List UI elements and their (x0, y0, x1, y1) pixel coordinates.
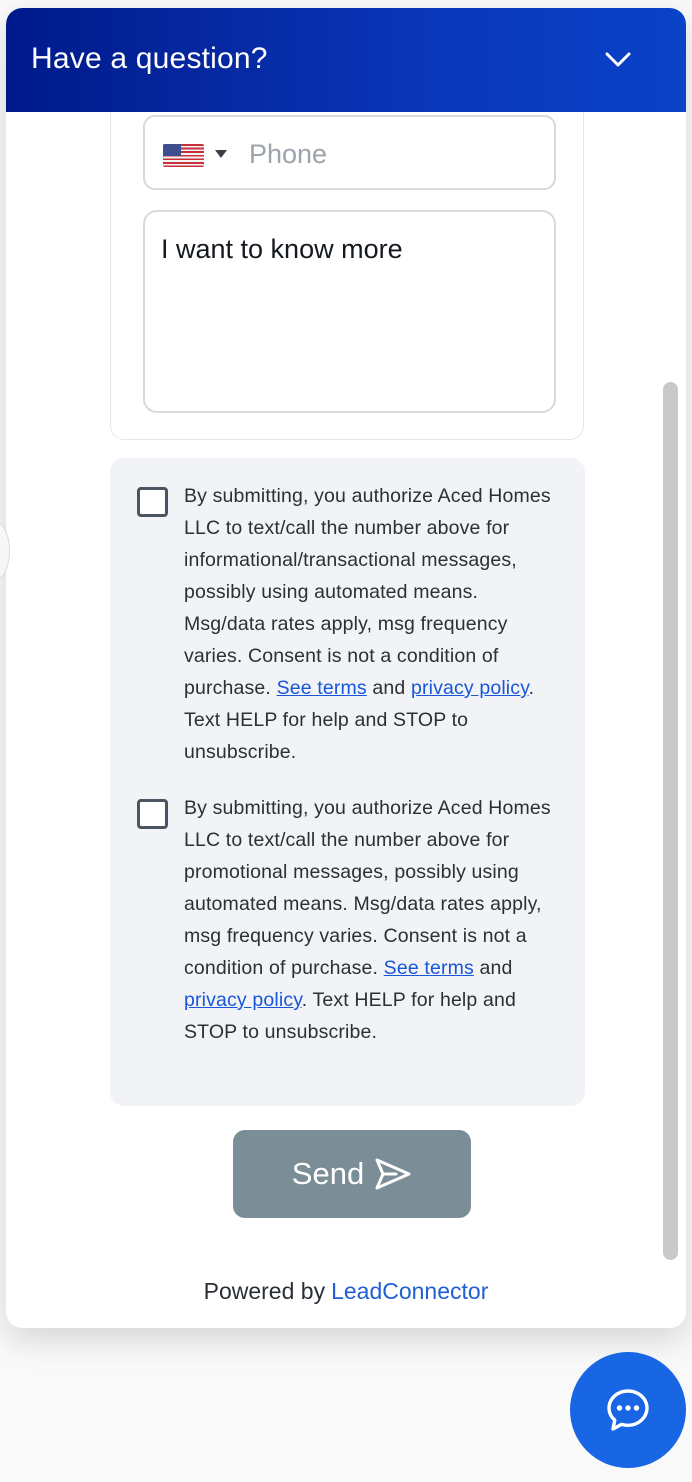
send-label: Send (291, 1156, 365, 1191)
widget-header: Have a question? (6, 8, 686, 112)
consent-text: By submitting, you authorize Aced Homes … (184, 797, 551, 1043)
scrollbar-thumb[interactable] (663, 382, 678, 1260)
country-dropdown-caret-icon[interactable] (215, 150, 227, 158)
send-button[interactable]: Send (233, 1130, 471, 1218)
message-text: I want to know more (161, 234, 403, 264)
header-title: Have a question? (31, 42, 268, 75)
see-terms-link[interactable]: See terms (384, 957, 474, 979)
form-scroll-area[interactable]: I want to know more By submitting, you a… (6, 112, 686, 1262)
phone-field (143, 115, 556, 190)
consent-checkbox-informational[interactable] (137, 487, 168, 517)
leadconnector-link[interactable]: LeadConnector (331, 1278, 488, 1304)
collapse-button[interactable] (598, 42, 638, 78)
consent-text: By submitting, you authorize Aced Homes … (184, 485, 551, 763)
powered-by: Powered by LeadConnector (203, 1278, 489, 1304)
phone-input[interactable] (249, 135, 539, 173)
chevron-down-icon (605, 52, 631, 67)
paper-plane-icon (375, 1158, 411, 1190)
chat-bubble-icon (607, 1389, 649, 1431)
message-textarea[interactable]: I want to know more (143, 210, 556, 413)
privacy-policy-link[interactable]: privacy policy (411, 677, 529, 699)
privacy-policy-link[interactable]: privacy policy (184, 989, 302, 1011)
consent-checkbox-promotional[interactable] (137, 799, 168, 829)
see-terms-link[interactable]: See terms (277, 677, 367, 699)
us-flag-icon[interactable] (163, 144, 204, 167)
chat-launcher-button[interactable] (570, 1352, 686, 1468)
chat-widget: Have a question? I want to know more By … (6, 8, 686, 1328)
consent-panel: By submitting, you authorize Aced Homes … (110, 458, 585, 1106)
